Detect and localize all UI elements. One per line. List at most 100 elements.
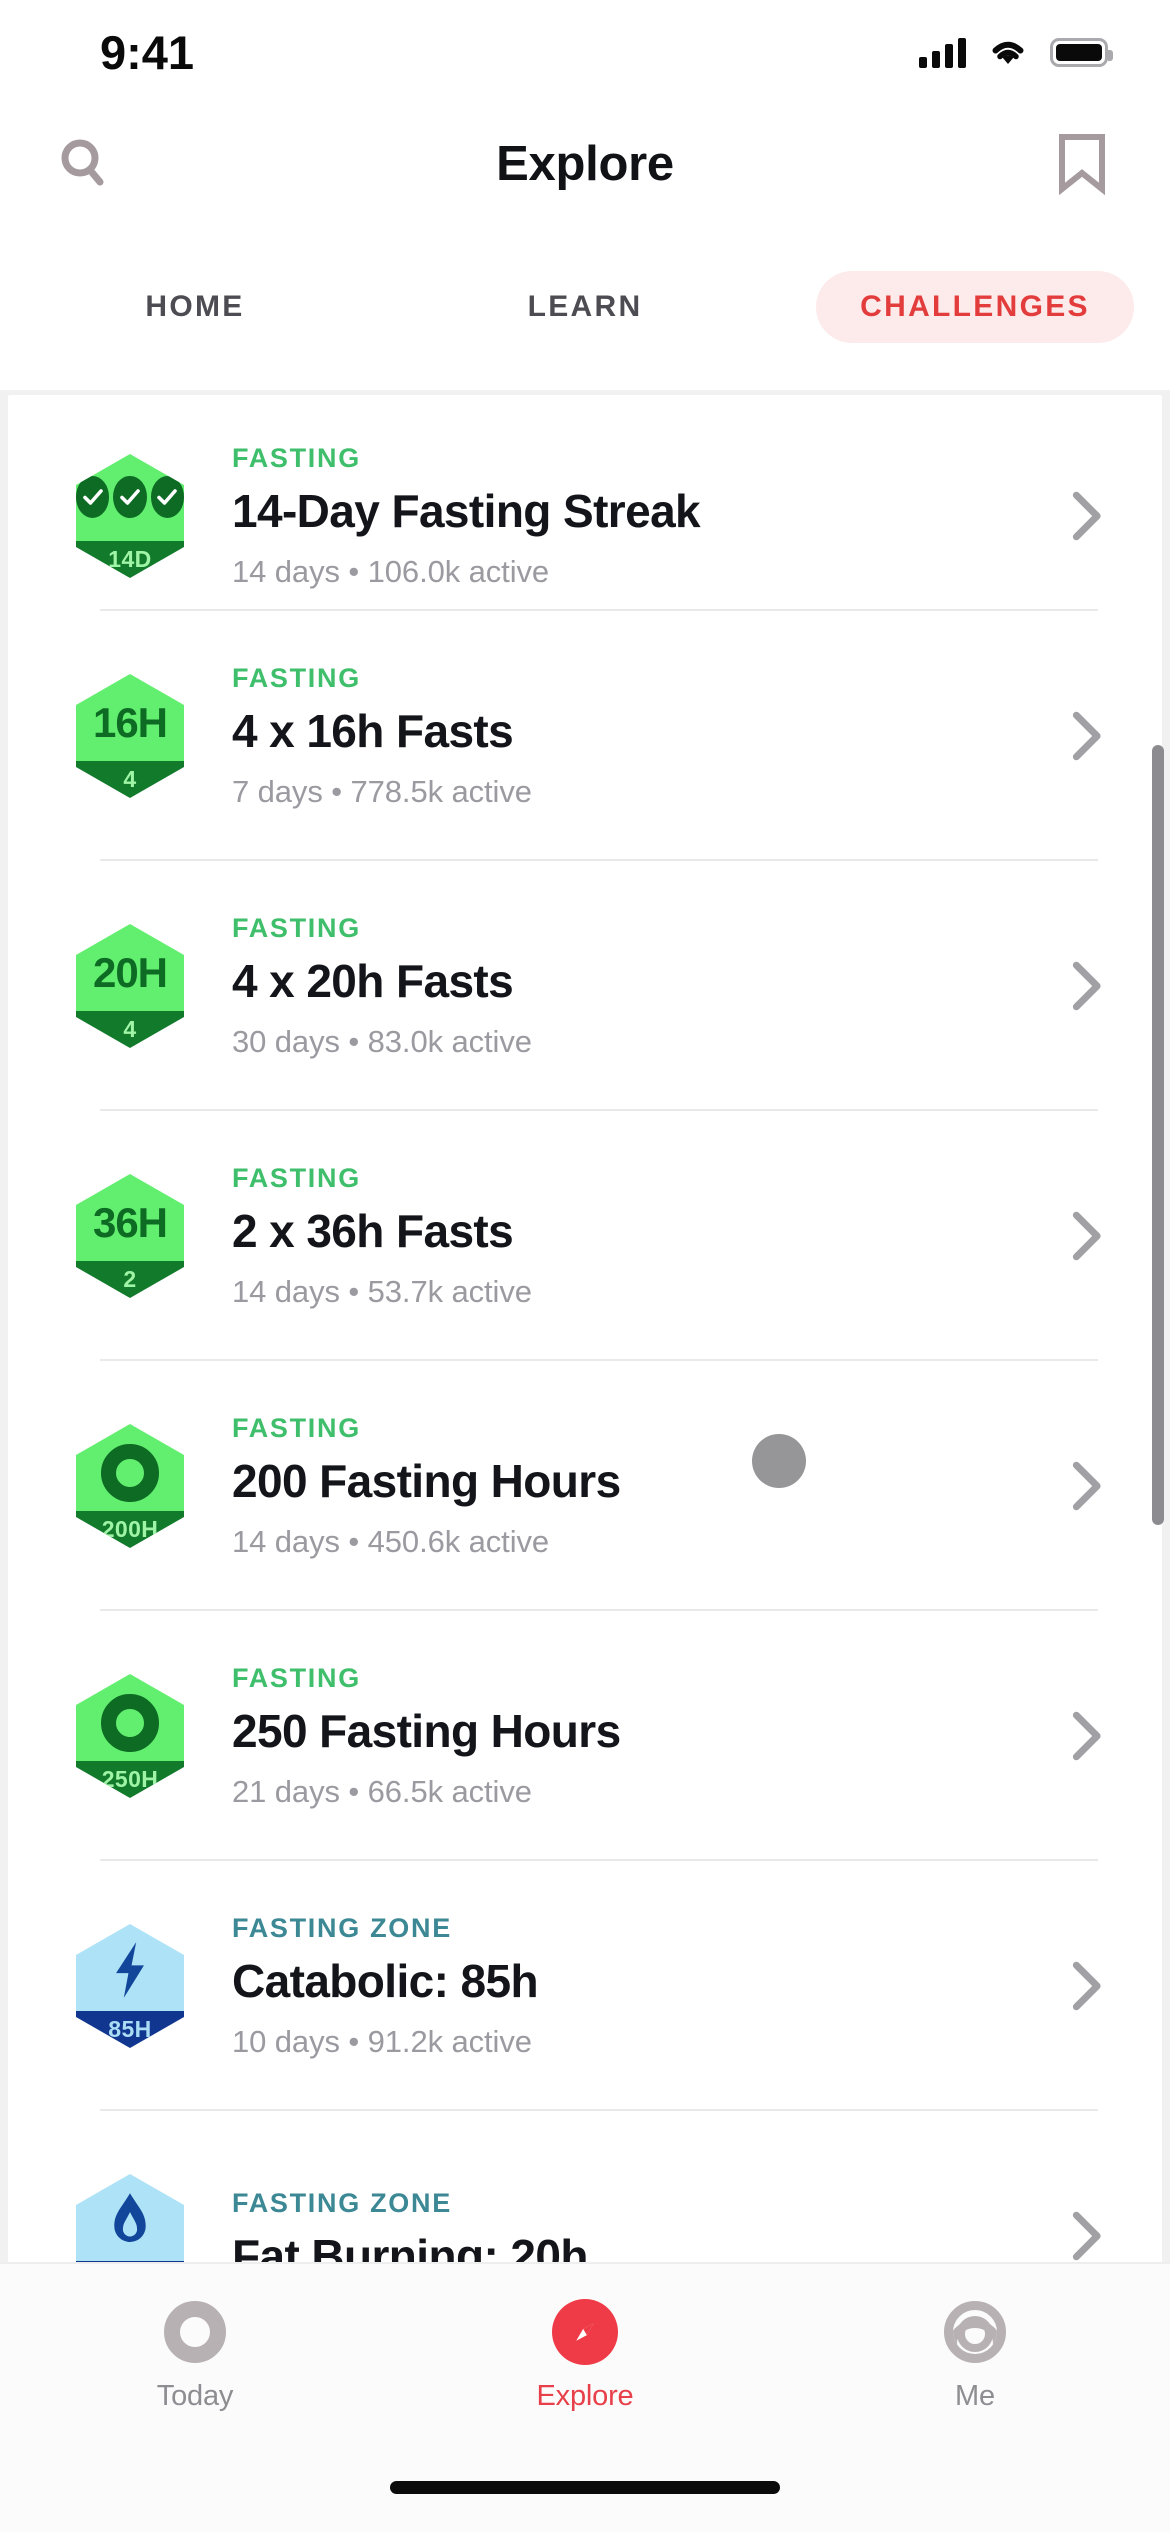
challenge-kicker: FASTING ZONE — [232, 1913, 452, 1944]
list-item[interactable]: 85H FASTING ZONE Catabolic: 85h 10 days … — [8, 1861, 1162, 2111]
tab-challenges[interactable]: CHALLENGES — [780, 270, 1170, 343]
challenge-meta: 21 days • 66.5k active — [232, 1773, 532, 1809]
status-bar-time: 9:41 — [100, 26, 195, 79]
badge-big-label: 36H — [92, 1198, 168, 1246]
person-icon — [941, 2298, 1009, 2366]
chevron-right-icon[interactable] — [1056, 1460, 1106, 1512]
challenge-text: FASTING ZONE Fat Burning: 20h — [184, 2187, 1056, 2262]
challenge-text: FASTING 4 x 20h Fasts 30 days • 83.0k ac… — [184, 912, 1056, 1060]
list-item[interactable]: 14D FASTING 14-Day Fasting Streak 14 day… — [8, 395, 1162, 611]
badge-sub-label: 2 — [123, 1265, 137, 1292]
bottom-nav-item-me[interactable]: Me — [780, 2298, 1170, 2413]
challenge-kicker: FASTING — [232, 663, 361, 694]
badge-sub-label: 14D — [108, 545, 152, 572]
tab-learn-label: LEARN — [527, 289, 643, 323]
lightning-bolt-icon — [76, 1940, 184, 2000]
wifi-icon — [992, 41, 1024, 64]
search-icon[interactable] — [48, 128, 120, 200]
challenge-meta: 14 days • 53.7k active — [232, 1273, 532, 1309]
badge-sub-label: 4 — [123, 1015, 137, 1042]
challenge-title: Catabolic: 85h — [232, 1955, 539, 2008]
badge-sub-label: 4 — [123, 765, 137, 792]
challenge-title: 14-Day Fasting Streak — [232, 485, 701, 538]
bookmark-icon[interactable] — [1046, 128, 1118, 200]
cellular-signal-icon — [919, 37, 966, 68]
challenge-kicker: FASTING — [232, 1163, 361, 1194]
ring-icon — [161, 2298, 229, 2366]
challenge-text: FASTING 250 Fasting Hours 21 days • 66.5… — [184, 1662, 1056, 1810]
tab-home[interactable]: HOME — [0, 271, 390, 343]
list-item[interactable]: FASTING ZONE Fat Burning: 20h — [8, 2111, 1162, 2262]
list-item[interactable]: 250H FASTING 250 Fasting Hours 21 days •… — [8, 1611, 1162, 1861]
list-item[interactable]: 20H 4 FASTING 4 x 20h Fasts 30 days • 83… — [8, 861, 1162, 1111]
challenge-meta: 7 days • 778.5k active — [232, 773, 532, 809]
badge-sub-label: 200H — [101, 1515, 159, 1542]
bottom-nav-item-explore[interactable]: Explore — [390, 2298, 780, 2413]
chevron-right-icon[interactable] — [1056, 710, 1106, 762]
ring-icon — [101, 1694, 159, 1752]
chevron-right-icon[interactable] — [1056, 1960, 1106, 2012]
app-screen: 9:41 Explore HOME LEARN CHALLENGES 14D F… — [0, 0, 1170, 2532]
scrollbar-thumb[interactable] — [1152, 745, 1164, 1525]
list-item[interactable]: 16H 4 FASTING 4 x 16h Fasts 7 days • 778… — [8, 611, 1162, 861]
ring-icon — [101, 1444, 159, 1502]
checkmarks-icon — [76, 476, 184, 518]
tab-home-label: HOME — [145, 289, 245, 323]
tab-challenges-pill: CHALLENGES — [816, 270, 1134, 343]
badge-big-label: 20H — [92, 948, 168, 996]
status-bar: 9:41 — [0, 0, 1170, 105]
chevron-right-icon[interactable] — [1056, 1710, 1106, 1762]
bottom-nav-label: Me — [955, 2380, 995, 2412]
chevron-right-icon[interactable] — [1056, 2210, 1106, 2262]
challenge-text: FASTING 200 Fasting Hours 14 days • 450.… — [184, 1412, 1056, 1560]
challenge-badge: 36H 2 — [76, 1174, 184, 1298]
badge-sub-label: 250H — [101, 1765, 159, 1792]
list-item[interactable]: 200H FASTING 200 Fasting Hours 14 days •… — [8, 1361, 1162, 1611]
home-indicator — [390, 2481, 780, 2494]
challenge-meta: 10 days • 91.2k active — [232, 2023, 532, 2059]
challenge-badge: 200H — [76, 1424, 184, 1548]
chevron-right-icon[interactable] — [1056, 1210, 1106, 1262]
nav-bar: Explore — [0, 105, 1170, 223]
challenge-badge — [76, 2174, 184, 2262]
chevron-right-icon[interactable] — [1056, 960, 1106, 1012]
segment-tabs: HOME LEARN CHALLENGES — [0, 223, 1170, 390]
tab-challenges-label: CHALLENGES — [860, 289, 1090, 323]
challenge-kicker: FASTING — [232, 443, 361, 474]
bottom-nav-label: Today — [156, 2380, 234, 2412]
challenge-meta: 14 days • 106.0k active — [232, 553, 550, 589]
challenge-badge: 16H 4 — [76, 674, 184, 798]
chevron-right-icon[interactable] — [1056, 490, 1106, 542]
challenge-kicker: FASTING — [232, 1413, 361, 1444]
challenge-kicker: FASTING — [232, 1663, 361, 1694]
badge-sub-label: 85H — [108, 2015, 152, 2042]
challenge-badge: 85H — [76, 1924, 184, 2048]
challenge-text: FASTING 2 x 36h Fasts 14 days • 53.7k ac… — [184, 1162, 1056, 1310]
status-bar-indicators — [919, 37, 1113, 68]
challenge-kicker: FASTING ZONE — [232, 2187, 452, 2218]
bottom-nav-item-today[interactable]: Today — [0, 2298, 390, 2413]
challenge-title: 250 Fasting Hours — [232, 1705, 621, 1758]
bottom-nav-label: Explore — [536, 2380, 634, 2412]
challenge-list-scroll[interactable]: 14D FASTING 14-Day Fasting Streak 14 day… — [0, 390, 1170, 2262]
challenge-kicker: FASTING — [232, 913, 361, 944]
challenge-badge: 250H — [76, 1674, 184, 1798]
challenge-title: 4 x 16h Fasts — [232, 705, 514, 758]
challenge-title: Fat Burning: 20h — [232, 2229, 588, 2262]
challenge-badge: 20H 4 — [76, 924, 184, 1048]
badge-big-label: 16H — [92, 698, 168, 746]
challenge-title: 4 x 20h Fasts — [232, 955, 514, 1008]
challenge-title: 200 Fasting Hours — [232, 1455, 621, 1508]
tab-learn[interactable]: LEARN — [390, 271, 780, 343]
list-item[interactable]: 36H 2 FASTING 2 x 36h Fasts 14 days • 53… — [8, 1111, 1162, 1361]
flame-icon — [76, 2190, 184, 2250]
challenge-meta: 14 days • 450.6k active — [232, 1523, 550, 1559]
compass-icon — [551, 2298, 619, 2366]
touch-cursor-indicator — [752, 1434, 806, 1488]
challenge-meta: 30 days • 83.0k active — [232, 1023, 532, 1059]
battery-full-icon — [1050, 38, 1113, 67]
challenge-text: FASTING 4 x 16h Fasts 7 days • 778.5k ac… — [184, 662, 1056, 810]
challenge-list-card: 14D FASTING 14-Day Fasting Streak 14 day… — [8, 395, 1162, 2262]
challenge-rows: 14D FASTING 14-Day Fasting Streak 14 day… — [8, 395, 1162, 2262]
challenge-title: 2 x 36h Fasts — [232, 1205, 514, 1258]
